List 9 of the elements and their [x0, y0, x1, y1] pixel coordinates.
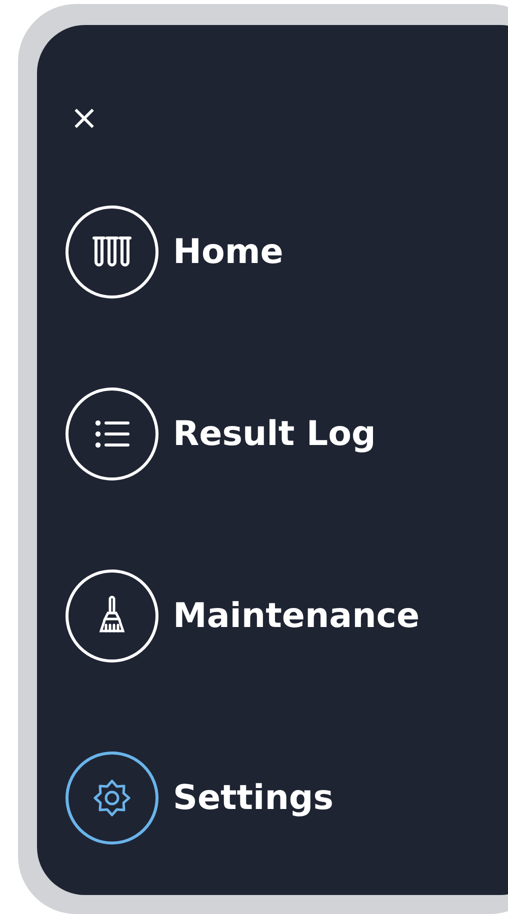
- close-button[interactable]: ×: [70, 101, 98, 135]
- menu-item[interactable]: Home: [65, 205, 284, 299]
- gear-icon: [65, 751, 159, 845]
- menu-item[interactable]: Maintenance: [65, 569, 420, 663]
- menu-item[interactable]: Result Log: [65, 387, 376, 481]
- menu-item[interactable]: Settings: [65, 751, 334, 845]
- list-icon: [65, 387, 159, 481]
- broom-icon: [65, 569, 159, 663]
- test-tubes-icon: [65, 205, 159, 299]
